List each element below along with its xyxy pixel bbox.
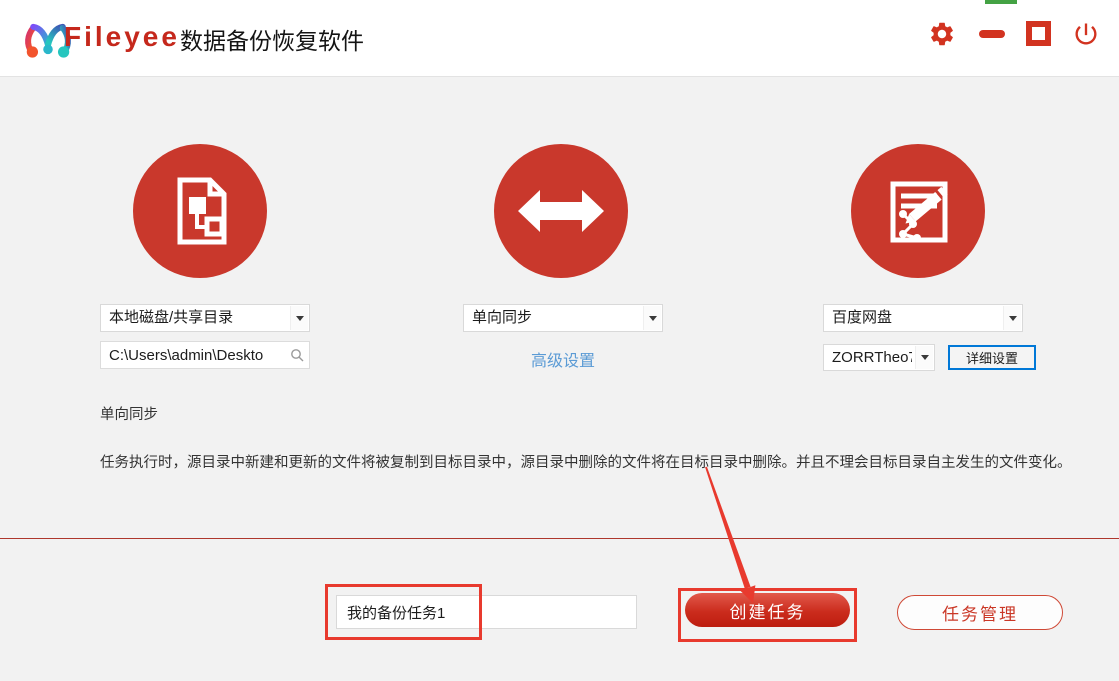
brand-name: Fileyee [64, 21, 180, 52]
chevron-down-icon [915, 346, 933, 369]
chevron-down-icon [1003, 306, 1021, 330]
sync-mode-heading: 单向同步 [100, 407, 158, 423]
target-type-value: 百度网盘 [832, 309, 893, 326]
document-pencil-icon [890, 181, 948, 243]
sync-mode-description: 任务执行时，源目录中新建和更新的文件将被复制到目标目录中，源目录中删除的文件将在… [100, 455, 1072, 471]
search-icon [291, 349, 304, 362]
settings-gear-icon[interactable] [928, 20, 956, 48]
account-dropdown[interactable]: ZORRTheo70 [823, 344, 935, 371]
minimize-icon[interactable] [979, 30, 1005, 38]
app-title: 数据备份恢复软件 [180, 28, 364, 54]
source-type-value: 本地磁盘/共享目录 [109, 309, 234, 326]
title-bar: Fileyee 数据备份恢复软件 [0, 0, 1119, 77]
source-type-dropdown[interactable]: 本地磁盘/共享目录 [100, 304, 310, 332]
task-manage-button[interactable]: 任务管理 [897, 595, 1063, 630]
power-close-icon[interactable] [1072, 20, 1100, 48]
detail-settings-button[interactable]: 详细设置 [948, 345, 1036, 370]
screen-edge-artifact [985, 0, 1017, 4]
chevron-down-icon [643, 306, 661, 330]
advanced-settings-link[interactable]: 高级设置 [463, 347, 663, 371]
chevron-down-icon [290, 306, 308, 330]
target-step-circle [851, 144, 985, 278]
create-task-button[interactable]: 创建任务 [685, 593, 850, 627]
sync-mode-circle [494, 144, 628, 278]
double-arrow-icon [518, 190, 604, 232]
account-value: ZORRTheo70 [832, 349, 912, 366]
source-path-input[interactable] [100, 341, 310, 369]
maximize-icon[interactable] [1026, 21, 1051, 46]
section-divider [0, 538, 1119, 539]
task-name-input[interactable] [336, 595, 637, 629]
document-blocks-icon [177, 177, 227, 245]
sync-mode-value: 单向同步 [472, 309, 533, 326]
source-step-circle [133, 144, 267, 278]
sync-mode-dropdown[interactable]: 单向同步 [463, 304, 663, 332]
target-type-dropdown[interactable]: 百度网盘 [823, 304, 1023, 332]
